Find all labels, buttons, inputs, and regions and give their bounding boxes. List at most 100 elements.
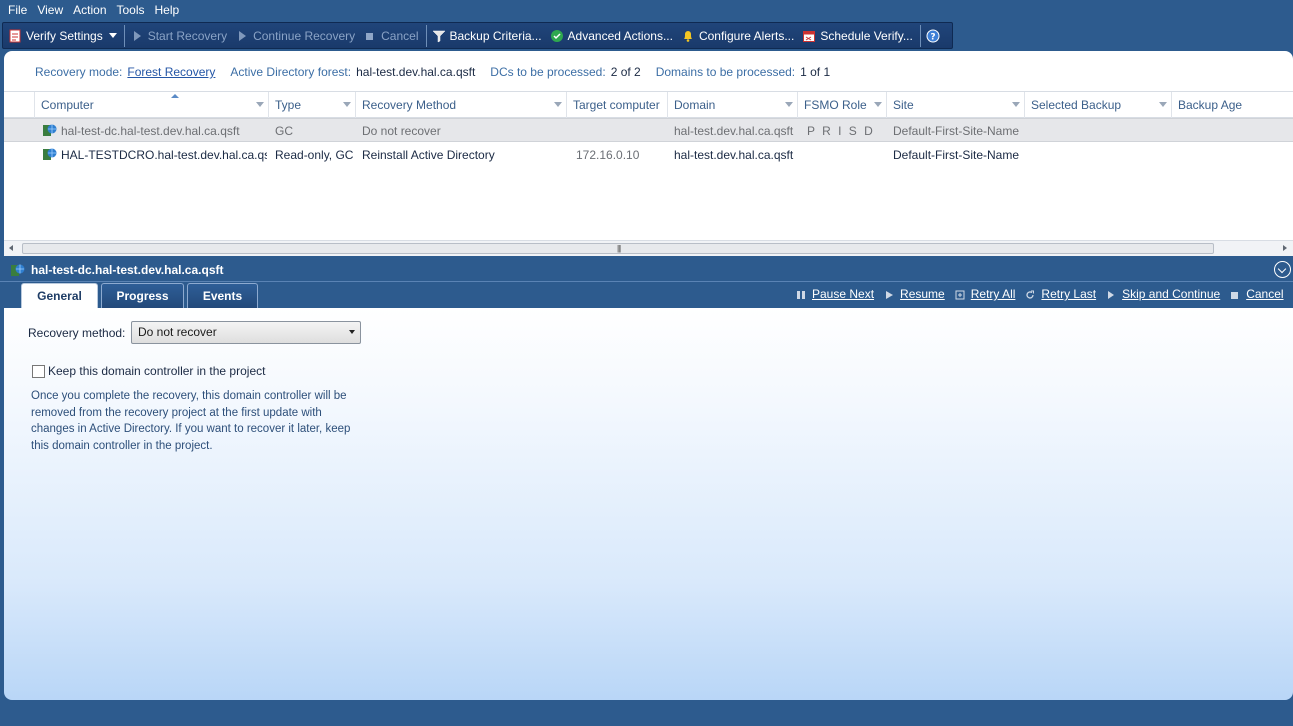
cancel-label: Cancel: [381, 28, 419, 43]
filter-dropdown-icon[interactable]: [785, 102, 793, 107]
column-header-label: Backup Age: [1178, 98, 1243, 112]
column-header-fsmo-role[interactable]: FSMO Role: [798, 92, 887, 118]
column-header-type[interactable]: Type: [269, 92, 356, 118]
table-row[interactable]: HAL-TESTDCRO.hal-test.dev.hal.ca.qsft Re…: [4, 143, 1293, 167]
cell-site: Default-First-Site-Name: [893, 124, 1020, 138]
column-header-backup-age[interactable]: Backup Age: [1172, 92, 1293, 118]
cell-backup-age: [1178, 143, 1288, 167]
menu-action[interactable]: Action: [68, 0, 111, 21]
filter-dropdown-icon[interactable]: [554, 102, 562, 107]
details-divider: [0, 281, 1293, 282]
scrollbar-thumb[interactable]: |||: [22, 243, 1214, 254]
configure-alerts-label: Configure Alerts...: [698, 28, 795, 43]
column-header-target-computer[interactable]: Target computer: [567, 92, 668, 118]
domain-controller-icon: [42, 123, 57, 138]
retry-last-label: Retry Last: [1041, 287, 1097, 301]
filter-dropdown-icon[interactable]: [256, 102, 264, 107]
continue-recovery-button[interactable]: Continue Recovery: [232, 23, 360, 48]
forest-value: hal-test.dev.hal.ca.qsft: [356, 65, 476, 79]
horizontal-scrollbar[interactable]: |||: [4, 240, 1293, 256]
column-header-label: Type: [275, 98, 302, 112]
scroll-left-icon[interactable]: [9, 245, 13, 251]
chevron-down-icon: [349, 330, 355, 334]
schedule-verify-button[interactable]: Schedule Verify...: [799, 23, 918, 48]
column-header-label: FSMO Role: [804, 98, 867, 112]
checklist-icon: [8, 29, 22, 43]
domain-controller-icon: [10, 263, 25, 278]
tab-progress[interactable]: Progress: [101, 283, 184, 308]
grid-header: Computer Type Recovery Method Target com…: [4, 91, 1293, 118]
verify-settings-button[interactable]: Verify Settings: [5, 23, 122, 48]
cell-recovery-method: Reinstall Active Directory: [362, 148, 495, 162]
skip-icon: [1106, 289, 1116, 299]
cell-domain: hal-test.dev.hal.ca.qsft: [674, 148, 794, 162]
filter-dropdown-icon[interactable]: [874, 102, 882, 107]
cell-selected-backup: [1031, 143, 1171, 167]
help-button[interactable]: ?: [923, 23, 949, 48]
schedule-verify-label: Schedule Verify...: [820, 28, 913, 43]
resume-button[interactable]: Resume: [884, 287, 945, 301]
recovery-mode-link[interactable]: Forest Recovery: [127, 65, 215, 79]
recovery-actions: Pause Next Resume Retry All Retry Last S…: [796, 285, 1293, 303]
general-tab-panel: Recovery method: Do not recover Keep thi…: [4, 308, 1293, 700]
filter-dropdown-icon[interactable]: [1159, 102, 1167, 107]
cell-site: Default-First-Site-Name: [893, 148, 1020, 162]
menu-tools[interactable]: Tools: [112, 0, 150, 21]
start-recovery-label: Start Recovery: [147, 28, 228, 43]
configure-alerts-button[interactable]: Configure Alerts...: [678, 23, 799, 48]
column-header-recovery-method[interactable]: Recovery Method: [356, 92, 567, 118]
column-header-computer[interactable]: Computer: [35, 92, 269, 118]
tab-general[interactable]: General: [21, 283, 98, 309]
scroll-right-icon[interactable]: [1283, 245, 1287, 251]
skip-and-continue-button[interactable]: Skip and Continue: [1106, 287, 1220, 301]
keep-dc-note: Once you complete the recovery, this dom…: [31, 390, 351, 452]
collapse-details-button[interactable]: [1274, 261, 1291, 278]
column-header-site[interactable]: Site: [887, 92, 1025, 118]
cancel-button[interactable]: Cancel: [360, 23, 423, 48]
cell-target-computer: [576, 119, 666, 143]
column-header-status[interactable]: [4, 92, 35, 118]
stop-icon: [363, 29, 377, 43]
retry-all-icon: [955, 289, 965, 300]
cell-type: GC: [275, 124, 293, 138]
domain-controller-icon: [42, 147, 57, 162]
recovery-method-select[interactable]: Do not recover: [131, 321, 361, 344]
play-icon: [130, 29, 144, 43]
advanced-actions-button[interactable]: Advanced Actions...: [547, 23, 678, 48]
column-header-label: Selected Backup: [1031, 98, 1122, 112]
domains-label: Domains to be processed:: [655, 65, 796, 79]
start-recovery-button[interactable]: Start Recovery: [127, 23, 232, 48]
backup-criteria-label: Backup Criteria...: [449, 28, 542, 43]
cell-computer: HAL-TESTDCRO.hal-test.dev.hal.ca.qsft: [61, 148, 267, 162]
menu-file[interactable]: File: [3, 0, 32, 21]
retry-all-button[interactable]: Retry All: [955, 287, 1015, 301]
recovery-mode-label: Recovery mode:: [35, 65, 123, 79]
forest-label: Active Directory forest:: [230, 65, 352, 79]
svg-text:?: ?: [930, 32, 935, 42]
menu-bar: File View Action Tools Help: [0, 0, 1293, 21]
backup-criteria-button[interactable]: Backup Criteria...: [429, 23, 547, 48]
bell-icon: [681, 29, 695, 43]
filter-dropdown-icon[interactable]: [343, 102, 351, 107]
column-header-domain[interactable]: Domain: [668, 92, 798, 118]
filter-dropdown-icon[interactable]: [1012, 102, 1020, 107]
menu-help[interactable]: Help: [150, 0, 185, 21]
cancel-action-button[interactable]: Cancel: [1230, 287, 1284, 301]
tab-events[interactable]: Events: [187, 283, 258, 308]
recovery-project-panel: Recovery mode: Forest Recovery Active Di…: [4, 51, 1293, 256]
recovery-method-value: Do not recover: [138, 325, 217, 339]
pause-icon: [796, 289, 806, 299]
cell-computer: hal-test-dc.hal-test.dev.hal.ca.qsft: [61, 124, 240, 138]
keep-dc-label[interactable]: Keep this domain controller in the proje…: [48, 364, 265, 378]
keep-dc-checkbox[interactable]: [32, 365, 45, 378]
menu-view[interactable]: View: [32, 0, 68, 21]
retry-last-button[interactable]: Retry Last: [1025, 287, 1096, 301]
pause-next-button[interactable]: Pause Next: [796, 287, 874, 301]
table-row[interactable]: hal-test-dc.hal-test.dev.hal.ca.qsft GC …: [4, 118, 1293, 142]
toolbar: Verify Settings Start Recovery Continue …: [2, 22, 953, 49]
sort-ascending-icon: [171, 94, 179, 98]
help-icon: ?: [926, 29, 940, 43]
column-header-selected-backup[interactable]: Selected Backup: [1025, 92, 1172, 118]
calendar-icon: [802, 29, 816, 43]
advanced-actions-label: Advanced Actions...: [567, 28, 673, 43]
